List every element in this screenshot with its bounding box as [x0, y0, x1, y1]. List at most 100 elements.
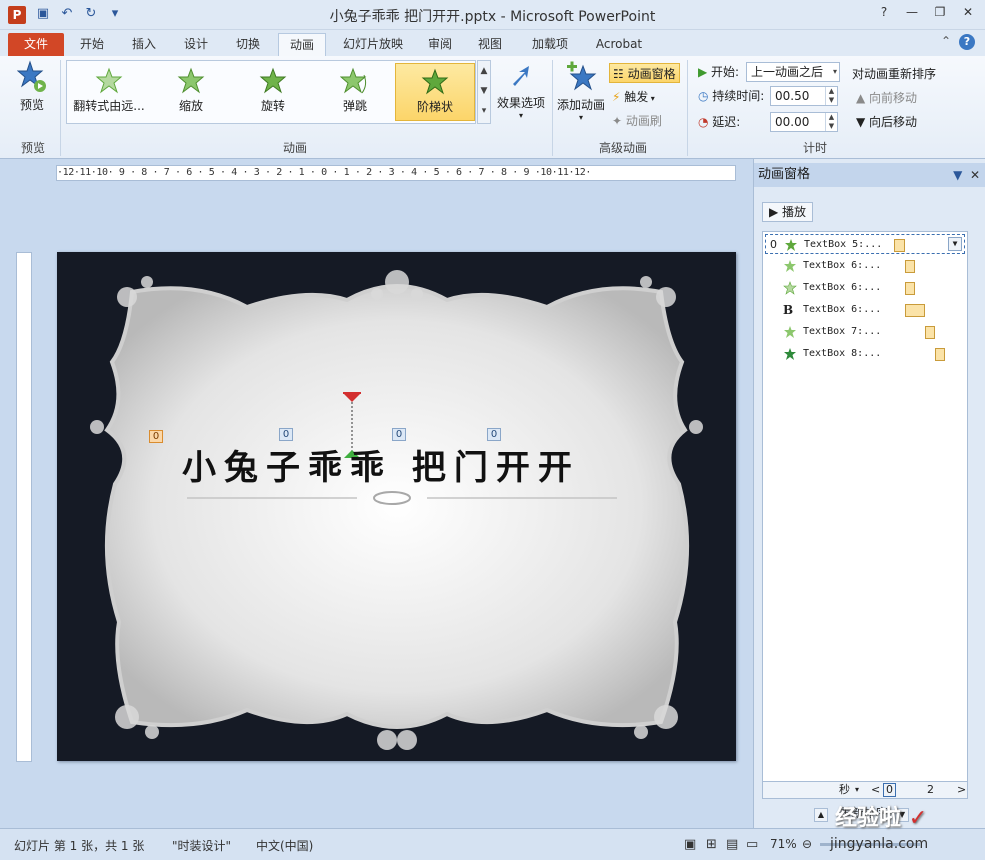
tab-file[interactable]: 文件	[8, 33, 64, 56]
delay-input[interactable]: 00.00 ▲ ▼	[770, 112, 838, 132]
tab-addins[interactable]: 加载项	[520, 33, 580, 56]
zoom-level[interactable]: 71%	[770, 837, 797, 851]
preview-label: 预览	[19, 98, 44, 112]
flip-star-icon	[95, 67, 123, 94]
tab-slideshow[interactable]: 幻灯片放映	[334, 33, 412, 56]
add-animation-label: 添加动画	[556, 98, 605, 112]
animation-pane-title: 动画窗格	[758, 167, 811, 182]
restore-icon[interactable]: ❐	[927, 2, 953, 22]
tab-acrobat[interactable]: Acrobat	[588, 33, 650, 56]
collapse-ribbon-icon[interactable]: ⌃	[941, 34, 951, 50]
close-icon[interactable]: ✕	[955, 2, 981, 22]
group-label-timing: 计时	[802, 141, 827, 155]
timeline-bar[interactable]	[935, 348, 945, 361]
animation-list: 0 TextBox 5:... ▼ TextBox 6:... TextBox …	[762, 231, 968, 785]
timeline-right-icon[interactable]: >	[957, 782, 966, 798]
animation-option-flip[interactable]: 翻转式由远...	[69, 63, 149, 121]
animation-tag[interactable]: 0	[392, 428, 406, 441]
timeline-unit[interactable]: 秒	[839, 782, 850, 798]
trigger-button[interactable]: ⚡ 触发 ▾	[612, 87, 655, 107]
tab-insert[interactable]: 插入	[122, 33, 166, 56]
tab-design[interactable]: 设计	[174, 33, 218, 56]
triangle-up-icon: ▲	[856, 91, 870, 105]
tab-animations[interactable]: 动画	[278, 33, 326, 56]
slide-sorter-icon[interactable]: ⊞	[706, 837, 717, 852]
animation-list-item[interactable]: TextBox 7:...	[765, 322, 965, 342]
watermark-logo: 经验啦 ✓	[835, 806, 928, 831]
star-effect-icon	[785, 239, 797, 251]
spinner-icon[interactable]: ▲ ▼	[825, 113, 837, 131]
animation-option-zoom[interactable]: 缩放	[151, 63, 231, 121]
reading-view-icon[interactable]: ▤	[726, 837, 738, 852]
title-bar: P ▣ ↶ ↻ ▾ 小兔子乖乖 把门开开.pptx - Microsoft Po…	[0, 0, 985, 30]
start-select[interactable]: 上一动画之后 ▾	[746, 62, 840, 82]
reorder-up-icon[interactable]: ▲	[814, 808, 828, 822]
slideshow-view-icon[interactable]: ▭	[746, 837, 758, 852]
timeline-start: 0	[883, 783, 896, 797]
gallery-scroll[interactable]: ▲ ▼ ▾	[477, 60, 491, 124]
timeline-bar[interactable]	[925, 326, 935, 339]
pane-menu-icon[interactable]: ▼	[953, 168, 962, 182]
animation-tag[interactable]: 0	[279, 428, 293, 441]
timeline-bar[interactable]	[905, 260, 915, 273]
chevron-down-icon[interactable]: ▼	[948, 237, 962, 251]
spinner-icon[interactable]: ▲ ▼	[825, 87, 837, 105]
tab-transitions[interactable]: 切换	[226, 33, 270, 56]
animation-tag[interactable]: 0	[487, 428, 501, 441]
animation-painter-button[interactable]: ✦ 动画刷	[612, 111, 662, 131]
delay-label: ◔ 延迟:	[698, 115, 741, 129]
preview-star-icon	[17, 60, 46, 92]
slide-canvas[interactable]: 小兔子乖乖 把门开开 0 0 0 0	[57, 252, 736, 761]
timeline-bar[interactable]	[905, 304, 925, 317]
tab-home[interactable]: 开始	[70, 33, 114, 56]
delay-clock-icon: ◔	[698, 115, 713, 129]
duration-label: ◷ 持续时间:	[698, 89, 765, 103]
vertical-ruler	[16, 252, 32, 762]
slide-title[interactable]: 小兔子乖乖 把门开开	[182, 440, 580, 489]
slide-count: 幻灯片 第 1 张，共 1 张	[14, 839, 145, 853]
arrow-up-right-icon	[513, 66, 529, 86]
animation-list-item[interactable]: 0 TextBox 5:... ▼	[765, 234, 965, 254]
ribbon-tabs: 文件 开始 插入 设计 切换 动画 幻灯片放映 审阅 视图 加载项 Acroba…	[0, 30, 985, 56]
timeline-bar[interactable]	[905, 282, 915, 295]
animation-list-item[interactable]: TextBox 6:...	[765, 256, 965, 276]
duration-input[interactable]: 00.50 ▲ ▼	[770, 86, 838, 106]
move-earlier-button[interactable]: ▲ 向前移动	[856, 88, 917, 108]
timeline-mark: 2	[927, 783, 934, 796]
bounce-star-icon	[340, 67, 367, 94]
tab-view[interactable]: 视图	[468, 33, 512, 56]
animation-tag[interactable]: 0	[149, 430, 163, 443]
animation-list-item[interactable]: TextBox 6:...	[765, 278, 965, 298]
add-animation-button[interactable]: 添加动画 ▾	[556, 60, 606, 122]
move-later-button[interactable]: ▼ 向后移动	[856, 112, 917, 132]
animation-list-item[interactable]: TextBox 8:...	[765, 344, 965, 364]
animation-list-item[interactable]: B TextBox 6:...	[765, 300, 965, 320]
preview-button[interactable]: 预览	[12, 60, 52, 113]
play-icon: ▶	[769, 205, 783, 219]
close-pane-icon[interactable]: ✕	[970, 168, 980, 182]
animation-pane-button[interactable]: ☷ 动画窗格	[609, 63, 680, 83]
normal-view-icon[interactable]: ▣	[684, 837, 696, 852]
star-effect-icon	[784, 260, 796, 272]
animation-option-spin[interactable]: 旋转	[233, 63, 313, 121]
timeline-left-icon[interactable]: <	[871, 782, 880, 798]
timeline-ruler[interactable]: 秒 ▾ < 0 2 >	[762, 781, 968, 799]
zoom-out-icon[interactable]: ⊖	[802, 837, 812, 851]
triangle-down-icon: ▼	[856, 115, 870, 129]
tab-review[interactable]: 审阅	[418, 33, 462, 56]
timeline-bar[interactable]	[894, 239, 905, 252]
help-window-icon[interactable]: ?	[871, 2, 897, 22]
minimize-icon[interactable]: —	[899, 2, 925, 22]
animation-pane-icon: ☷	[613, 67, 628, 81]
animation-option-label: 阶梯状	[416, 100, 453, 114]
ribbon-separator	[552, 60, 553, 156]
language[interactable]: 中文(中国)	[256, 837, 313, 854]
star-effect-icon	[784, 326, 796, 338]
animation-option-bounce[interactable]: 弹跳	[315, 63, 395, 121]
animation-option-stairs[interactable]: 阶梯状	[395, 63, 475, 121]
zoom-star-icon	[177, 67, 205, 94]
effect-options-button[interactable]: 效果选项 ▾	[496, 62, 546, 120]
star-effect-icon	[784, 348, 796, 360]
help-icon[interactable]: ?	[959, 34, 975, 50]
play-button[interactable]: ▶ 播放	[762, 202, 814, 222]
